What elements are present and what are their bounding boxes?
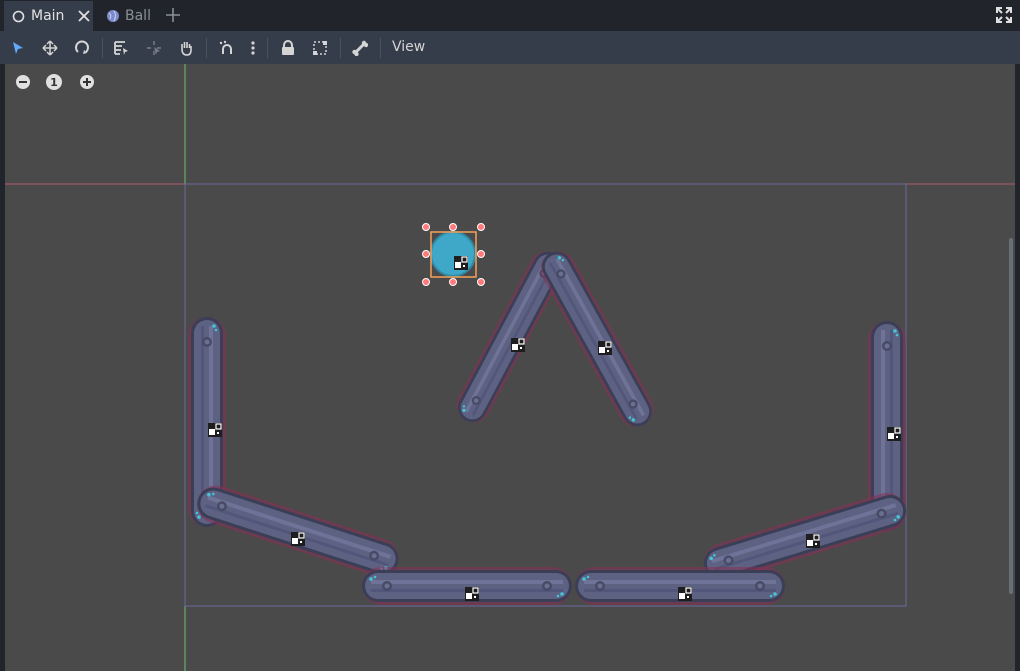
scene-canvas[interactable] (5, 64, 1015, 671)
pan-hand-icon[interactable] (175, 37, 197, 59)
node-circle-icon (12, 10, 25, 23)
floor-left-node-icon (464, 586, 480, 602)
toolbar-separator (340, 38, 341, 58)
toolbar-separator (206, 38, 207, 58)
toolbar-separator (267, 38, 268, 58)
fullscreen-icon[interactable] (996, 7, 1012, 27)
zoom-in-icon[interactable] (78, 74, 96, 92)
list-select-icon[interactable] (110, 37, 132, 59)
slope-left-node-icon (290, 531, 306, 547)
tab-ball[interactable]: Ball (98, 1, 158, 31)
tab-main-label: Main (31, 8, 65, 24)
snap-options-menu-icon[interactable] (242, 37, 264, 59)
ball-selected (422, 223, 485, 286)
snap-magnet-icon[interactable] (216, 37, 238, 59)
roof-right (536, 246, 658, 432)
pivot-mode-icon[interactable] (143, 37, 165, 59)
group-icon[interactable] (309, 37, 331, 59)
wall-right-node-icon (886, 426, 902, 442)
toolbar-separator (102, 38, 103, 58)
roof-right-node-icon (597, 340, 613, 356)
roof-left-node-icon (510, 337, 526, 353)
add-tab-icon[interactable] (165, 4, 181, 28)
scene-tab-bar: Main Ball (0, 0, 1020, 31)
globe-icon (106, 10, 119, 23)
wall-left-node-icon (207, 422, 223, 438)
floor-right-node-icon (677, 586, 693, 602)
slope-left (193, 483, 403, 579)
ball-node-icon (453, 255, 469, 271)
rotate-mode-icon[interactable] (71, 37, 93, 59)
select-mode-arrow-icon[interactable] (7, 37, 29, 59)
toolbar-separator (380, 38, 381, 58)
tab-ball-label: Ball (125, 8, 151, 24)
zoom-reset-button[interactable]: 1 (46, 74, 62, 90)
view-menu-button[interactable]: View (392, 39, 425, 55)
move-mode-icon[interactable] (39, 37, 61, 59)
lock-icon[interactable] (277, 37, 299, 59)
vertical-scrollbar[interactable] (1009, 238, 1013, 594)
canvas-toolbar: View (0, 31, 1020, 64)
canvas-viewport[interactable]: 1 (5, 64, 1015, 671)
skeleton-bone-icon[interactable] (349, 37, 371, 59)
slope-right-node-icon (805, 533, 821, 549)
close-icon[interactable] (78, 7, 91, 26)
tab-main[interactable]: Main (4, 1, 93, 31)
zoom-out-icon[interactable] (14, 74, 32, 92)
